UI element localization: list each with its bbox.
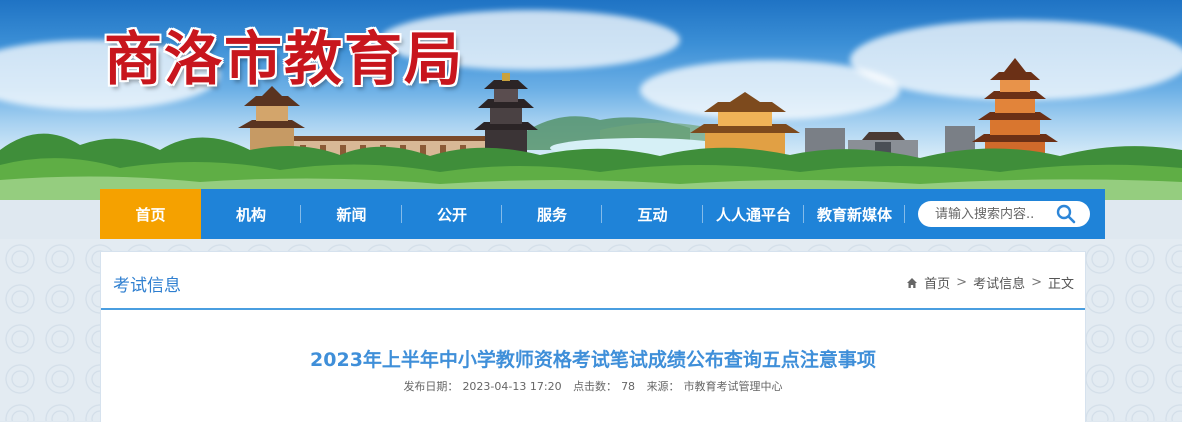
publish-date: 发布日期： 2023-04-13 17:20 — [401, 380, 563, 393]
publish-date-value: 2023-04-13 17:20 — [462, 380, 562, 393]
article-source-value: 市教育考试管理中心 — [683, 380, 783, 393]
nav-item-label: 公开 — [436, 205, 467, 224]
nav-item-new-media[interactable]: 教育新媒体 — [804, 189, 905, 239]
click-count-value: 78 — [621, 380, 636, 393]
search-box — [918, 201, 1090, 227]
publish-date-label: 发布日期： — [403, 380, 459, 393]
nav-item-label: 机构 — [235, 205, 266, 224]
search-icon[interactable] — [1056, 204, 1076, 224]
click-count: 点击数： 78 — [571, 380, 637, 393]
click-count-label: 点击数： — [573, 380, 618, 393]
article-source: 来源： 市教育考试管理中心 — [645, 380, 785, 393]
article-meta: 发布日期： 2023-04-13 17:20 点击数： 78 来源： 市教育考试管理中… — [101, 378, 1085, 394]
nav-item-platform[interactable]: 人人通平台 — [703, 189, 804, 239]
search-input[interactable] — [935, 206, 1053, 222]
nav-item-label: 人人通平台 — [715, 205, 791, 224]
breadcrumb-separator: > — [1031, 275, 1042, 290]
header-banner: 商洛市教育局 — [0, 0, 1182, 200]
nav-divider — [904, 205, 905, 223]
nav-item-public[interactable]: 公开 — [402, 189, 502, 239]
nav-item-label: 服务 — [536, 205, 567, 224]
breadcrumb-section[interactable]: 考试信息 — [973, 273, 1025, 292]
breadcrumb-current: 正文 — [1047, 277, 1074, 292]
article-panel: 考试信息 首页 > 考试信息 > 正文 2023年上半年中小学教师资格考试笔试成… — [100, 251, 1086, 422]
section-title: 考试信息 — [113, 276, 181, 296]
nav-item-organization[interactable]: 机构 — [201, 189, 301, 239]
panel-header: 考试信息 首页 > 考试信息 > 正文 — [101, 252, 1085, 310]
article-source-label: 来源： — [646, 380, 680, 393]
breadcrumb: 首页 > 考试信息 > 正文 — [906, 273, 1074, 292]
nav-item-label: 新闻 — [336, 205, 367, 224]
nav-item-label: 互动 — [637, 205, 668, 224]
home-icon — [907, 277, 918, 288]
nav-item-label: 教育新媒体 — [816, 205, 892, 224]
breadcrumb-separator: > — [956, 275, 968, 290]
nav-item-interaction[interactable]: 互动 — [602, 189, 703, 239]
nav-item-services[interactable]: 服务 — [502, 189, 602, 239]
site-title: 商洛市教育局 — [104, 25, 465, 93]
nav-item-label: 首页 — [135, 205, 166, 224]
breadcrumb-home[interactable]: 首页 — [924, 273, 950, 292]
nav-item-news[interactable]: 新闻 — [301, 189, 402, 239]
nav-item-home[interactable]: 首页 — [100, 189, 201, 239]
article-title: 2023年上半年中小学教师资格考试笔试成绩公布查询五点注意事项 — [310, 349, 876, 371]
